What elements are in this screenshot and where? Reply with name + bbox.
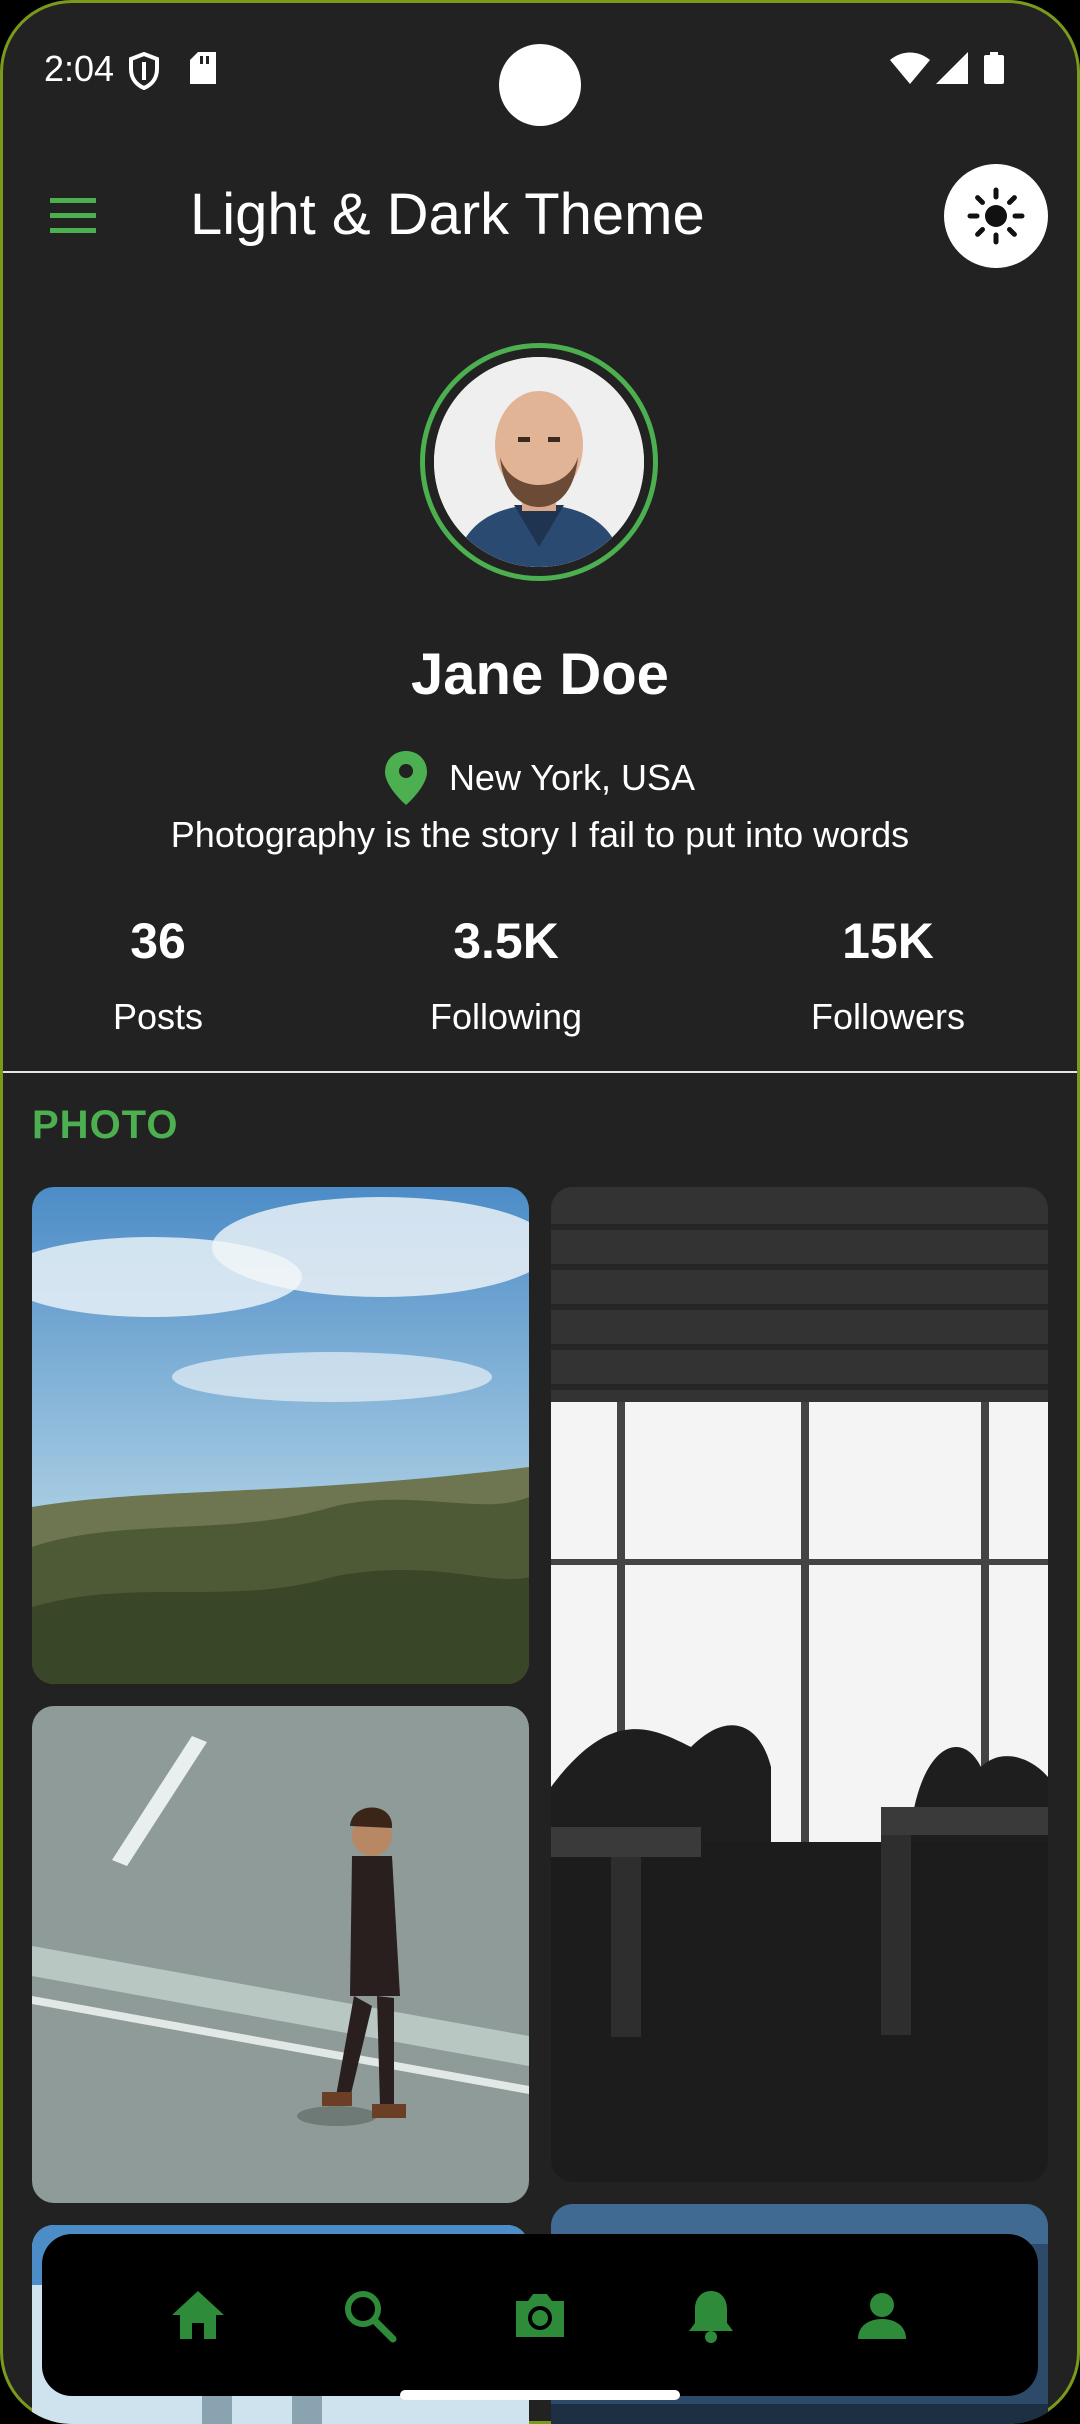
phone-screen: 2:04 Light & Dark Theme Jane Doe New Yor… — [0, 0, 1080, 2424]
photo-cafe[interactable] — [551, 1187, 1048, 2182]
wifi-icon — [890, 52, 930, 89]
stat-label: Following — [429, 996, 583, 1037]
home-indicator[interactable] — [400, 2390, 680, 2400]
search-icon — [344, 2291, 397, 2343]
photo-landscape[interactable] — [32, 1187, 529, 1684]
nav-profile[interactable] — [842, 2275, 922, 2355]
theme-toggle-button[interactable] — [944, 164, 1048, 268]
stat-label: Followers — [810, 996, 966, 1037]
bottom-navigation — [42, 2234, 1038, 2396]
shield-icon — [128, 51, 160, 95]
menu-button[interactable] — [40, 182, 106, 248]
stat-followers[interactable]: 15K Followers — [728, 906, 1048, 1042]
divider — [3, 1071, 1077, 1073]
nav-search[interactable] — [329, 2275, 409, 2355]
avatar[interactable] — [434, 357, 644, 567]
status-time: 2:04 — [44, 48, 115, 89]
location-row: New York, USA — [0, 748, 1080, 808]
section-label-photo: PHOTO — [32, 1103, 179, 1147]
app-title: Light & Dark Theme — [190, 182, 705, 247]
bell-icon — [689, 2291, 734, 2343]
camera-icon — [515, 2294, 564, 2337]
stat-label: Posts — [112, 996, 204, 1037]
nav-home[interactable] — [158, 2275, 238, 2355]
profile-name: Jane Doe — [411, 642, 669, 707]
stat-following[interactable]: 3.5K Following — [346, 906, 666, 1042]
signal-icon — [936, 52, 968, 89]
nav-notifications[interactable] — [671, 2275, 751, 2355]
nav-camera[interactable] — [500, 2275, 580, 2355]
sun-icon — [967, 187, 1025, 245]
battery-icon — [984, 52, 1004, 89]
stat-posts[interactable]: 36 Posts — [0, 906, 318, 1042]
status-bar: 2:04 — [0, 0, 1080, 140]
stat-value: 3.5K — [453, 913, 559, 969]
avatar-ring — [420, 343, 658, 581]
person-icon — [858, 2293, 907, 2339]
sd-card-icon — [190, 52, 216, 89]
location-pin-icon — [384, 751, 427, 805]
stat-value: 15K — [842, 913, 934, 969]
bio-text: Photography is the story I fail to put i… — [170, 814, 910, 855]
menu-icon — [50, 198, 96, 233]
camera-cutout — [499, 44, 581, 126]
photo-man-walking[interactable] — [32, 1706, 529, 2203]
location-text: New York, USA — [448, 757, 696, 798]
home-icon — [171, 2291, 224, 2339]
stat-value: 36 — [130, 913, 186, 969]
